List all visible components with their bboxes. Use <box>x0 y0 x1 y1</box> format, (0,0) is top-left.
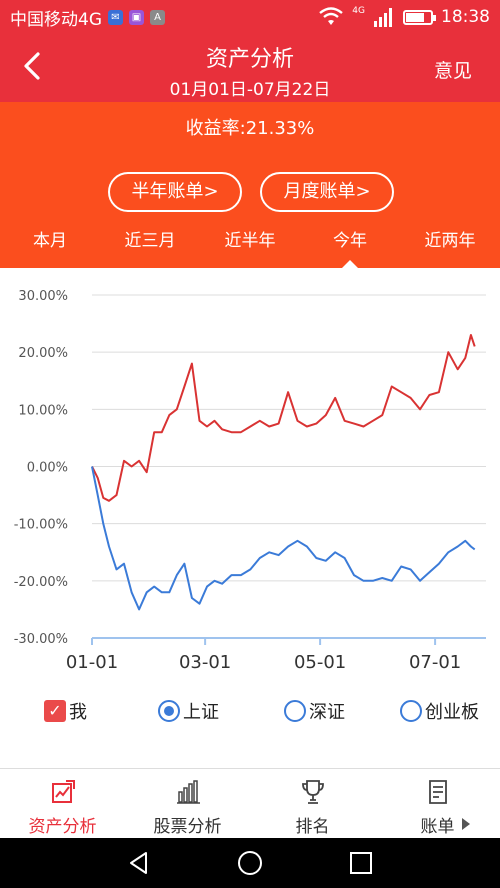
legend-chinext[interactable]: 创业板 <box>400 698 479 724</box>
legend-shenzhen-label: 深证 <box>309 702 345 723</box>
tab-this-year[interactable]: 今年 <box>300 214 400 268</box>
yield-rate-text: 收益率:21.33% <box>185 118 315 139</box>
battery-icon <box>403 9 436 25</box>
system-navigation-bar <box>0 838 500 888</box>
notification-app-icon: ✉ <box>108 9 123 25</box>
wifi-icon <box>319 7 344 25</box>
y-tick-label: 20.00% <box>18 346 68 361</box>
check-icon: ✓ <box>44 700 66 722</box>
bill-icon <box>428 780 447 804</box>
series-line-shanghai <box>91 466 476 611</box>
clock-text: 18:38 <box>441 7 490 27</box>
app-header: 资产分析 01月01日-07月22日 意见 <box>0 34 500 102</box>
tab-last-three-months[interactable]: 近三月 <box>100 214 200 268</box>
system-home-icon[interactable] <box>237 850 263 876</box>
x-tick-label: 05-01 <box>294 652 346 673</box>
system-back-icon[interactable] <box>126 850 152 876</box>
nav-stock-analysis[interactable]: 股票分析 <box>125 769 250 838</box>
system-recents-icon[interactable] <box>348 850 374 876</box>
yield-line-chart: 30.00% 20.00% 10.00% 0.00% -10.00% -20.00% -30… <box>14 289 486 673</box>
gallery-app-icon: ▣ <box>129 9 144 25</box>
legend-me-label: 我 <box>69 702 87 723</box>
carrier-text: 中国移动4G <box>10 9 102 30</box>
tab-last-two-years[interactable]: 近两年 <box>400 214 500 268</box>
radio-selected-icon <box>158 700 180 722</box>
legend-shanghai-label: 上证 <box>183 702 219 723</box>
y-tick-label: -30.00% <box>14 632 68 647</box>
status-bar: 中国移动4G ✉ ▣ A 4G 18:38 <box>0 0 500 34</box>
legend-shenzhen[interactable]: 深证 <box>284 698 345 724</box>
bottom-navigation: 资产分析 股票分析 排名 账单 <box>0 768 500 838</box>
trophy-icon <box>301 780 324 804</box>
legend-shanghai[interactable]: 上证 <box>158 698 219 724</box>
period-tabs: 本月 近三月 近半年 今年 近两年 <box>0 214 500 268</box>
radio-icon <box>284 700 306 722</box>
date-range-text: 01月01日-07月22日 <box>169 80 331 100</box>
half-year-bill-button[interactable]: 半年账单> <box>108 172 242 212</box>
y-tick-label: 0.00% <box>27 461 68 476</box>
tab-this-month[interactable]: 本月 <box>0 214 100 268</box>
monthly-bill-button[interactable]: 月度账单> <box>260 172 394 212</box>
bar-chart-icon <box>176 780 200 804</box>
radio-icon <box>400 700 422 722</box>
nav-bill[interactable]: 账单 <box>375 769 500 838</box>
y-tick-label: -10.00% <box>14 518 68 533</box>
nav-ranking[interactable]: 排名 <box>250 769 375 838</box>
legend-chinext-label: 创业板 <box>425 702 479 723</box>
series-line-me <box>91 334 476 502</box>
font-app-icon: A <box>150 9 165 25</box>
more-arrow-icon <box>462 818 470 830</box>
x-tick-label: 03-01 <box>179 652 231 673</box>
yield-summary: 收益率:21.33% 半年账单> 月度账单> <box>0 102 500 214</box>
y-tick-label: 10.00% <box>18 403 68 418</box>
signal-icon <box>374 8 392 27</box>
y-tick-label: 30.00% <box>18 289 68 304</box>
nav-ranking-label: 排名 <box>295 817 330 837</box>
x-tick-label: 07-01 <box>409 652 461 673</box>
y-tick-label: -20.00% <box>14 575 68 590</box>
asset-analysis-icon <box>51 780 75 803</box>
network-type-text: 4G <box>352 6 365 16</box>
x-tick-label: 01-01 <box>66 652 118 673</box>
chart-legend: ✓ 我 上证 深证 创业板 <box>0 688 500 732</box>
feedback-button[interactable]: 意见 <box>434 56 472 83</box>
legend-me[interactable]: ✓ 我 <box>44 698 87 724</box>
nav-stock-analysis-label: 股票分析 <box>153 817 222 837</box>
nav-asset-analysis-label: 资产分析 <box>28 817 97 837</box>
nav-bill-label: 账单 <box>420 817 455 837</box>
tab-last-half-year[interactable]: 近半年 <box>200 214 300 268</box>
nav-asset-analysis[interactable]: 资产分析 <box>0 769 125 838</box>
partially-hidden-section <box>0 732 500 768</box>
page-title: 资产分析 <box>205 47 294 72</box>
